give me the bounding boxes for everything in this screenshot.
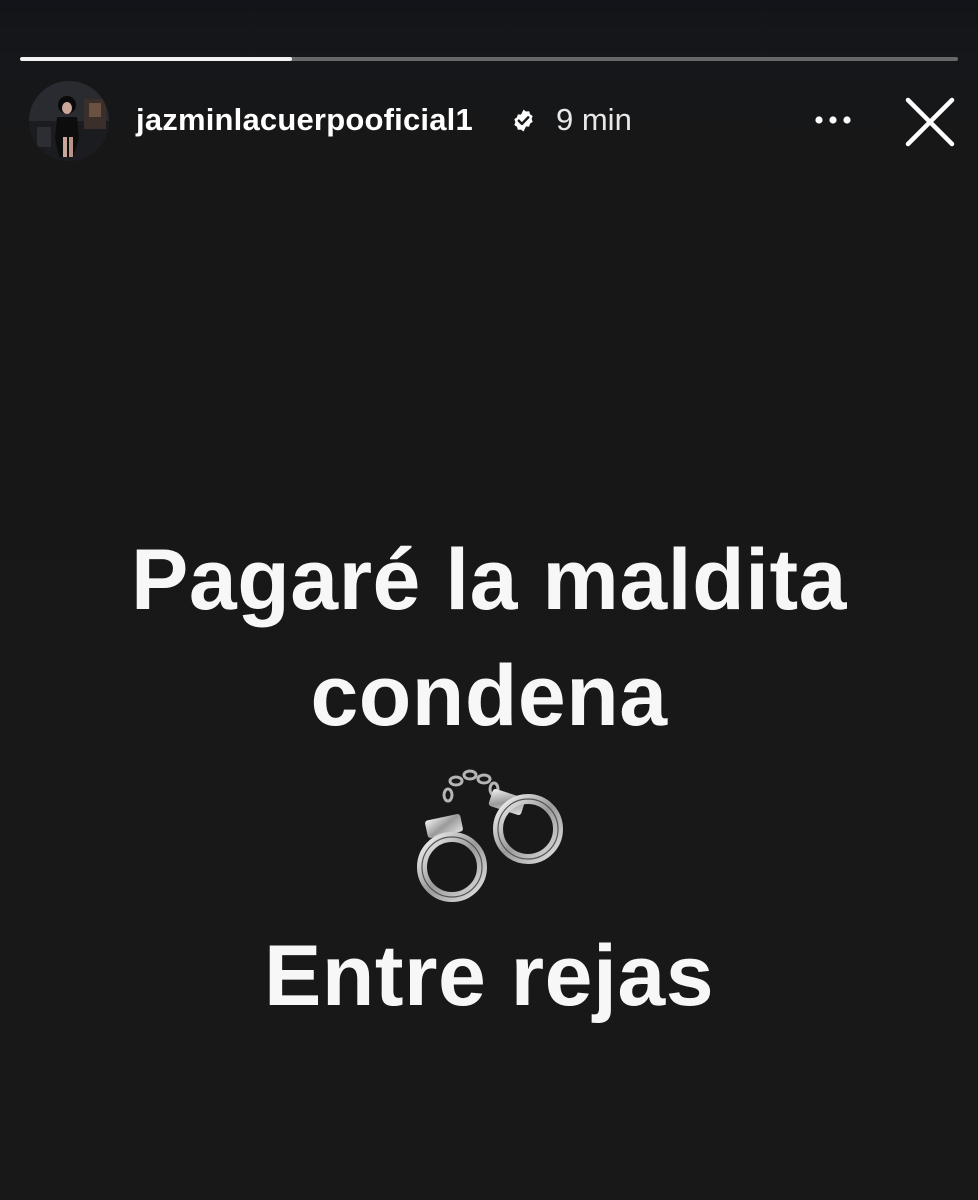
story-progress-bar <box>20 57 958 61</box>
avatar-image <box>29 81 109 161</box>
verified-badge-icon <box>514 109 533 132</box>
close-icon <box>905 97 955 147</box>
handcuffs-icon <box>417 769 563 902</box>
more-horizontal-icon <box>815 116 851 124</box>
story-progress-fill <box>20 57 293 61</box>
avatar[interactable] <box>29 81 109 161</box>
story-viewer[interactable]: jazminlacuerpooficial1 9 min Pagaré la m… <box>0 0 978 1200</box>
story-text-line-1: Pagaré la maldita <box>131 532 847 628</box>
username[interactable]: jazminlacuerpooficial1 <box>136 101 473 139</box>
close-button[interactable] <box>900 92 960 152</box>
story-text-line-3: Entre rejas <box>263 928 715 1024</box>
story-text-line-2: condena <box>310 648 668 744</box>
more-options-button[interactable] <box>808 104 858 136</box>
timestamp: 9 min <box>556 102 632 137</box>
